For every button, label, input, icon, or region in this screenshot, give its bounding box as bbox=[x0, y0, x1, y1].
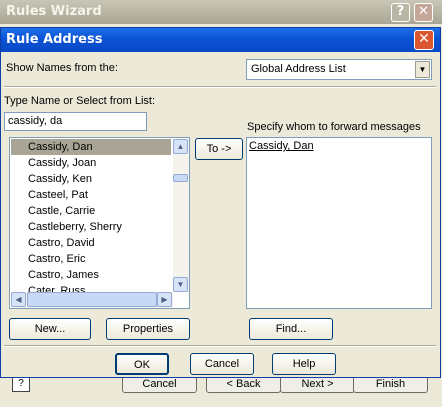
recipient-item[interactable]: Cassidy, Dan bbox=[249, 140, 314, 152]
list-item[interactable]: Cassidy, Joan bbox=[11, 155, 171, 171]
list-item[interactable]: Cassidy, Dan bbox=[11, 139, 171, 155]
dialog-close-icon[interactable]: ✕ bbox=[414, 30, 434, 50]
to-button[interactable]: To -> bbox=[195, 138, 243, 160]
address-list-value: Global Address List bbox=[251, 63, 346, 75]
find-button[interactable]: Find... bbox=[249, 318, 333, 340]
address-list-dropdown[interactable]: Global Address List ▼ bbox=[246, 59, 432, 80]
chevron-left-icon[interactable]: ◀ bbox=[11, 292, 26, 307]
rules-wizard-title: Rules Wizard bbox=[6, 4, 102, 19]
chevron-down-icon[interactable]: ▼ bbox=[415, 61, 430, 78]
list-item[interactable]: Castle, Carrie bbox=[11, 203, 171, 219]
list-item[interactable]: Castleberry, Sherry bbox=[11, 219, 171, 235]
divider-highlight bbox=[4, 87, 436, 88]
chevron-right-icon[interactable]: ▶ bbox=[157, 292, 172, 307]
dialog-title: Rule Address bbox=[6, 32, 103, 47]
search-input[interactable]: cassidy, da bbox=[4, 112, 147, 131]
properties-button[interactable]: Properties bbox=[106, 318, 190, 340]
office-assistant-icon[interactable]: ? bbox=[12, 376, 30, 392]
list-item[interactable]: Castro, David bbox=[11, 235, 171, 251]
forward-label: Specify whom to forward messages bbox=[247, 121, 421, 133]
chevron-up-icon[interactable]: ▲ bbox=[173, 139, 188, 154]
ok-button[interactable]: OK bbox=[115, 353, 169, 375]
scroll-thumb[interactable] bbox=[173, 174, 188, 182]
type-name-label: Type Name or Select from List: bbox=[4, 95, 155, 107]
show-names-label: Show Names from the: bbox=[6, 62, 118, 74]
new-button[interactable]: New... bbox=[9, 318, 91, 340]
list-item[interactable]: Castro, Eric bbox=[11, 251, 171, 267]
list-item[interactable]: Casteel, Pat bbox=[11, 187, 171, 203]
help-icon[interactable]: ? bbox=[391, 3, 410, 22]
close-icon[interactable]: ✕ bbox=[414, 3, 433, 22]
help-button[interactable]: Help bbox=[272, 353, 336, 375]
names-list[interactable]: Cassidy, Dan Cassidy, Joan Cassidy, Ken … bbox=[9, 137, 190, 309]
divider-highlight bbox=[4, 346, 436, 347]
hscroll-thumb[interactable] bbox=[27, 292, 157, 307]
forward-recipients-box[interactable]: Cassidy, Dan bbox=[246, 137, 432, 309]
cancel-button[interactable]: Cancel bbox=[190, 353, 254, 375]
list-item[interactable]: Cassidy, Ken bbox=[11, 171, 171, 187]
chevron-down-icon[interactable]: ▼ bbox=[173, 277, 188, 292]
horizontal-scrollbar[interactable]: ◀ ▶ bbox=[11, 292, 173, 308]
vertical-scrollbar[interactable]: ▲ ▼ bbox=[173, 139, 189, 292]
list-item[interactable]: Castro, James bbox=[11, 267, 171, 283]
